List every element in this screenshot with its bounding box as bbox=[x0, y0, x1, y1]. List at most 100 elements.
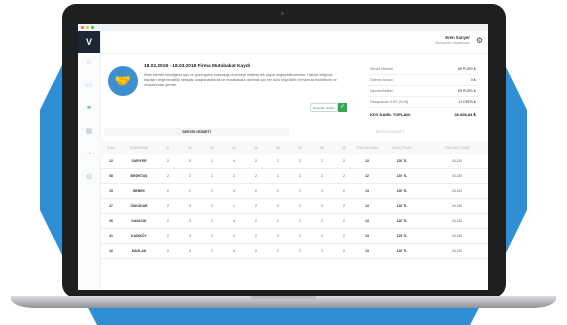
table-row[interactable]: 08 BEŞİKTAŞ 2 2 1 2 2 1 2 2 2 12 120 TL 24.120 bbox=[100, 169, 488, 184]
settings-icon[interactable]: ⚙ bbox=[84, 174, 94, 182]
column-header: 05 bbox=[254, 146, 258, 150]
user-role: Muhasebe Departmanı bbox=[435, 41, 471, 45]
close-dot-icon[interactable] bbox=[81, 26, 84, 29]
table-row[interactable]: 41 KADIKÖY 2 3 2 2 2 2 2 2 2 13 115 TL 24.120 bbox=[100, 229, 488, 244]
table-cell: 120 TL bbox=[396, 174, 408, 178]
user-name[interactable]: Eren Sarıyer bbox=[445, 35, 470, 40]
tab-service[interactable]: SERVİS HİZMETİ bbox=[104, 128, 289, 136]
maximize-dot-icon[interactable] bbox=[91, 26, 94, 29]
table-cell: 13 bbox=[365, 159, 369, 163]
table-cell: 1 bbox=[211, 219, 213, 223]
table-row[interactable]: 47 ÜSKÜDAR 2 3 2 1 2 2 2 2 2 13 120 TL 24.120 bbox=[100, 199, 488, 214]
table-cell: 2 bbox=[167, 249, 169, 253]
home-icon[interactable]: ⌂ bbox=[84, 59, 94, 67]
table-cell: 2 bbox=[321, 219, 323, 223]
summary-label: İskonto/İndirim bbox=[370, 89, 394, 93]
table-cell: 2 bbox=[255, 249, 257, 253]
folder-icon[interactable]: ▭ bbox=[84, 82, 94, 90]
table-cell: 13 bbox=[365, 189, 369, 193]
table-cell: 2 bbox=[299, 189, 301, 193]
summary-label: Hesaplanan KDV (%18) bbox=[370, 100, 409, 104]
table-cell: 24.120 bbox=[451, 249, 463, 253]
table-cell: 1 bbox=[211, 249, 213, 253]
table-cell: 2 bbox=[167, 219, 169, 223]
table-cell: 2 bbox=[277, 234, 279, 238]
table-cell: 4 bbox=[233, 159, 235, 163]
confirm-check-button[interactable]: ✓ bbox=[338, 103, 347, 112]
table-cell: 24.120 bbox=[451, 174, 463, 178]
minimize-dot-icon[interactable] bbox=[86, 26, 89, 29]
table-cell: KADIKÖY bbox=[131, 234, 147, 238]
table-cell: 24.120 bbox=[451, 219, 463, 223]
table-cell: 2 bbox=[343, 159, 345, 163]
table-cell: 2 bbox=[321, 174, 323, 178]
table-cell: 2 bbox=[277, 204, 279, 208]
handshake-icon[interactable]: ⚭ bbox=[84, 105, 94, 113]
table-cell: 41 bbox=[109, 234, 113, 238]
table-header: S.NO GÜZERGAH 01 02 03 04 05 06 07 08 09 TOPLAM GÜN… bbox=[100, 142, 488, 154]
table-cell: 2 bbox=[167, 189, 169, 193]
table-cell: 1 bbox=[189, 189, 191, 193]
table-cell: 24.120 bbox=[451, 204, 463, 208]
table-row[interactable]: 12 SARIYER 2 3 1 4 2 2 2 2 2 13 120 TL 24.120 bbox=[100, 154, 488, 169]
table-cell: 2 bbox=[299, 174, 301, 178]
column-header: 03 bbox=[210, 146, 214, 150]
table-cell: 15 bbox=[109, 189, 113, 193]
table-row[interactable]: 15 BEBEK 2 1 1 4 2 2 2 2 2 13 120 TL 24.120 bbox=[100, 184, 488, 199]
table-cell: MASLAK bbox=[131, 249, 147, 253]
summary-panel: Servis Hizmeti 65 PUSS ₺ Ödeme Alınan 0 ₺ … bbox=[368, 64, 478, 120]
table-cell: 2 bbox=[255, 159, 257, 163]
laptop-base bbox=[11, 296, 556, 308]
column-header: 08 bbox=[320, 146, 324, 150]
summary-label: Servis Hizmeti bbox=[370, 67, 393, 71]
table-cell: 2 bbox=[211, 204, 213, 208]
table-cell: 2 bbox=[299, 219, 301, 223]
table-row[interactable]: 10 MASLAK 2 3 1 4 2 2 2 2 2 13 120 TL 24.120 bbox=[100, 244, 488, 259]
logo-letter: V bbox=[85, 37, 92, 47]
table-cell: 120 TL bbox=[396, 189, 408, 193]
show-details-button[interactable]: Detayları Göster bbox=[310, 103, 338, 112]
user-settings-icon[interactable]: ⚙ bbox=[476, 36, 483, 45]
table-cell: 08 bbox=[109, 174, 113, 178]
table-cell: 3 bbox=[189, 249, 191, 253]
calendar-icon[interactable]: ▦ bbox=[84, 128, 94, 136]
table-cell: 2 bbox=[321, 234, 323, 238]
summary-value: 11 DEFB ₺ bbox=[458, 100, 476, 104]
column-header: GÜZERGAH bbox=[129, 146, 149, 150]
tab-extra-service[interactable]: EKSTRA HİZMET bbox=[300, 128, 480, 136]
table-cell: 2 bbox=[299, 159, 301, 163]
table-cell: 2 bbox=[211, 234, 213, 238]
top-header: Eren Sarıyer Muhasebe Departmanı ⚙ bbox=[100, 31, 488, 54]
table-cell: 2 bbox=[167, 159, 169, 163]
column-header: TOPLAM TUTAR bbox=[444, 146, 470, 150]
chart-icon[interactable]: ◔ bbox=[84, 151, 94, 159]
app-logo[interactable]: V bbox=[78, 31, 100, 53]
table-cell: 1 bbox=[211, 174, 213, 178]
table-cell: 13 bbox=[365, 219, 369, 223]
table-cell: BEŞİKTAŞ bbox=[130, 174, 148, 178]
summary-total: KDV DAHİL TOPLAM: 36.808,84 ₺ bbox=[368, 108, 478, 120]
table-cell: 120 TL bbox=[396, 219, 408, 223]
table-cell: 120 TL bbox=[396, 159, 408, 163]
route-table: S.NO GÜZERGAH 01 02 03 04 05 06 07 08 09 TOPLAM GÜN… bbox=[100, 142, 488, 259]
table-cell: 10 bbox=[109, 249, 113, 253]
table-cell: 120 TL bbox=[396, 249, 408, 253]
summary-value: 0 ₺ bbox=[470, 78, 476, 82]
table-cell: ÜSKÜDAR bbox=[130, 204, 148, 208]
table-cell: 24.120 bbox=[451, 189, 463, 193]
table-cell: 120 TL bbox=[396, 204, 408, 208]
table-cell: 2 bbox=[321, 249, 323, 253]
summary-row: Servis Hizmeti 65 PUSS ₺ bbox=[368, 64, 478, 75]
table-cell: 2 bbox=[255, 219, 257, 223]
handshake-icon: 🤝 bbox=[108, 66, 138, 96]
summary-row: Hesaplanan KDV (%18) 11 DEFB ₺ bbox=[368, 97, 478, 108]
column-header: TOPLAM GÜN bbox=[356, 146, 378, 150]
app-screen: V ⌂ ▭ ⚭ ▦ ◔ ⚙ Eren Sarıyer Muhasebe Depa… bbox=[78, 24, 488, 290]
table-cell: 2 bbox=[167, 204, 169, 208]
table-cell: 2 bbox=[299, 234, 301, 238]
table-row[interactable]: 26 KAVACIK 2 3 1 4 2 2 2 2 2 13 120 TL 24.120 bbox=[100, 214, 488, 229]
table-cell: 2 bbox=[321, 159, 323, 163]
table-cell: 115 TL bbox=[396, 234, 408, 238]
table-cell: 2 bbox=[343, 234, 345, 238]
table-cell: 2 bbox=[321, 204, 323, 208]
